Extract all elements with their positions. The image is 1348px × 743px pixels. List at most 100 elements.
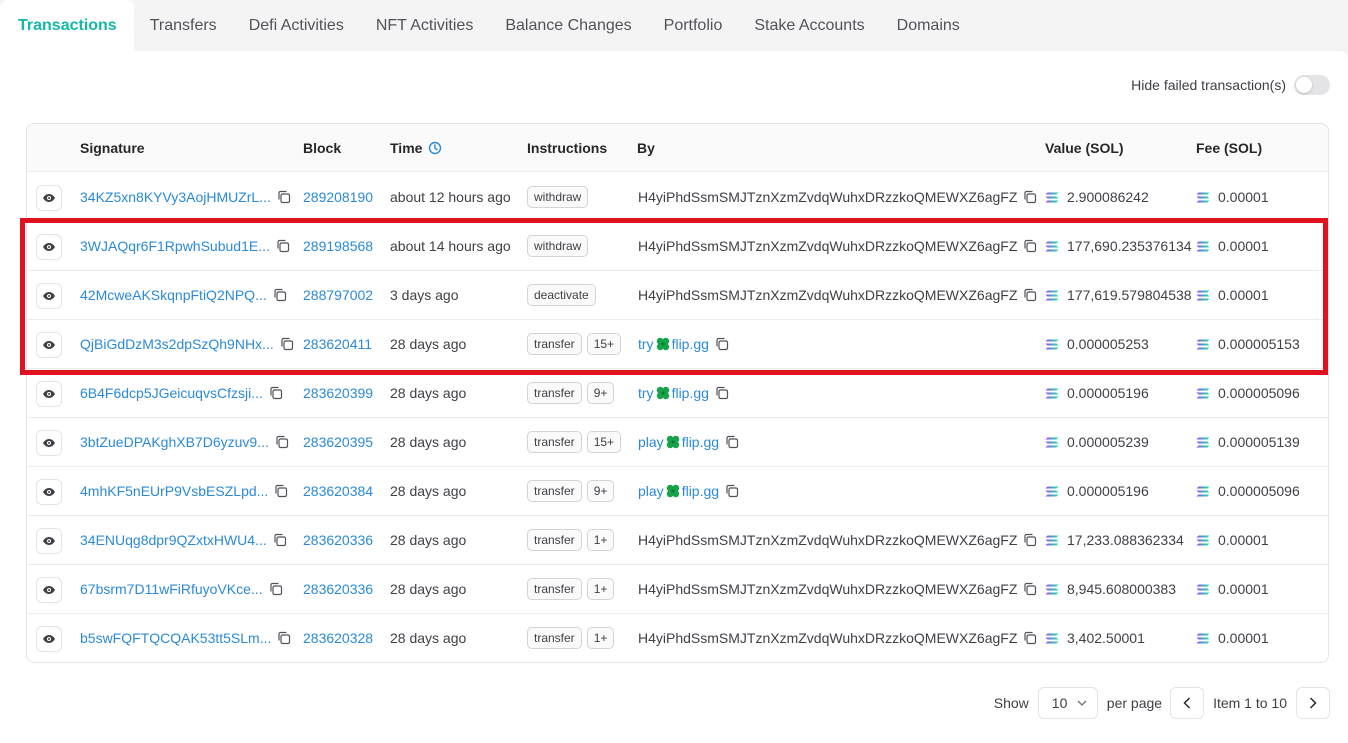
copy-icon[interactable] — [1023, 190, 1037, 204]
copy-icon[interactable] — [1023, 533, 1037, 547]
signature-link[interactable]: 3WJAQqr6F1RpwhSubud1E... — [80, 238, 270, 254]
instruction-count-badge[interactable]: 15+ — [586, 431, 622, 453]
col-instructions: Instructions — [527, 140, 608, 156]
view-details-button[interactable] — [36, 185, 62, 211]
by-address[interactable]: H4yiPhdSsmSMJTznXzmZvdqWuhxDRzzkoQMEWXZ6… — [638, 581, 1017, 597]
fee-text: 0.000005153 — [1218, 336, 1300, 352]
by-domain-prefix[interactable]: try — [638, 336, 654, 352]
instruction-count-badge[interactable]: 1+ — [586, 627, 615, 649]
by-address[interactable]: H4yiPhdSsmSMJTznXzmZvdqWuhxDRzzkoQMEWXZ6… — [638, 238, 1017, 254]
by-address[interactable]: H4yiPhdSsmSMJTznXzmZvdqWuhxDRzzkoQMEWXZ6… — [638, 630, 1017, 646]
signature-link[interactable]: 34ENUqg8dpr9QZxtxHWU4... — [80, 532, 267, 548]
signature-link[interactable]: 4mhKF5nEUrP9VsbESZLpd... — [80, 483, 268, 499]
prev-page-button[interactable] — [1170, 687, 1205, 719]
block-link[interactable]: 283620395 — [303, 434, 373, 450]
instruction-count-badge[interactable]: 1+ — [586, 578, 615, 600]
clock-icon[interactable] — [428, 141, 442, 155]
block-link[interactable]: 288797002 — [303, 287, 373, 303]
tab-transfers[interactable]: Transfers — [134, 0, 233, 51]
copy-icon[interactable] — [1023, 631, 1037, 645]
by-domain-suffix[interactable]: flip.gg — [682, 434, 719, 450]
signature-link[interactable]: 3btZueDPAKghXB7D6yzuv9... — [80, 434, 269, 450]
copy-icon[interactable] — [277, 190, 291, 204]
copy-icon[interactable] — [725, 435, 739, 449]
copy-icon[interactable] — [275, 435, 289, 449]
copy-icon[interactable] — [1023, 288, 1037, 302]
view-details-button[interactable] — [36, 381, 62, 407]
eye-icon — [42, 242, 56, 252]
block-link[interactable]: 283620411 — [303, 336, 372, 352]
copy-icon[interactable] — [280, 337, 294, 351]
copy-icon[interactable] — [269, 386, 283, 400]
tab-nft-activities[interactable]: NFT Activities — [360, 0, 490, 51]
view-details-button[interactable] — [36, 479, 62, 505]
signature-link[interactable]: 6B4F6dcp5JGeicuqvsCfzsji... — [80, 385, 263, 401]
per-page-select[interactable]: 10 — [1037, 687, 1098, 719]
tab-domains[interactable]: Domains — [881, 0, 976, 51]
copy-icon[interactable] — [1023, 582, 1037, 596]
view-details-button[interactable] — [36, 430, 62, 456]
copy-icon[interactable] — [269, 582, 283, 596]
block-link[interactable]: 283620399 — [303, 385, 373, 401]
value-text: 3,402.50001 — [1067, 630, 1145, 646]
tab-stake-accounts[interactable]: Stake Accounts — [738, 0, 880, 51]
next-page-button[interactable] — [1296, 687, 1330, 719]
hide-failed-label: Hide failed transaction(s) — [1131, 77, 1286, 93]
block-link[interactable]: 283620384 — [303, 483, 373, 499]
view-details-button[interactable] — [36, 332, 62, 358]
instruction-count-badge[interactable]: 9+ — [586, 382, 615, 404]
instruction-count-badge[interactable]: 15+ — [586, 333, 622, 355]
copy-icon[interactable] — [277, 631, 291, 645]
table-row: QjBiGdDzM3s2dpSzQh9NHx... 283620411 28 day… — [27, 320, 1328, 369]
instruction-count-badge[interactable]: 1+ — [586, 529, 615, 551]
view-details-button[interactable] — [36, 528, 62, 554]
tab-portfolio[interactable]: Portfolio — [648, 0, 739, 51]
copy-icon[interactable] — [715, 386, 729, 400]
by-domain-suffix[interactable]: flip.gg — [672, 336, 709, 352]
copy-icon[interactable] — [273, 288, 287, 302]
by-domain-prefix[interactable]: play — [638, 434, 664, 450]
copy-icon[interactable] — [715, 337, 729, 351]
copy-icon[interactable] — [276, 239, 290, 253]
view-details-button[interactable] — [36, 626, 62, 652]
by-address[interactable]: H4yiPhdSsmSMJTznXzmZvdqWuhxDRzzkoQMEWXZ6… — [638, 189, 1017, 205]
copy-icon[interactable] — [725, 484, 739, 498]
tab-balance-changes[interactable]: Balance Changes — [489, 0, 647, 51]
block-link[interactable]: 289208190 — [303, 189, 373, 205]
tab-defi-activities[interactable]: Defi Activities — [233, 0, 360, 51]
block-link[interactable]: 283620328 — [303, 630, 373, 646]
by-domain-prefix[interactable]: try — [638, 385, 654, 401]
signature-link[interactable]: b5swFQFTQCQAK53tt5SLm... — [80, 630, 271, 646]
view-details-button[interactable] — [36, 577, 62, 603]
value-text: 0.000005196 — [1067, 483, 1149, 499]
by-domain-suffix[interactable]: flip.gg — [672, 385, 709, 401]
hide-failed-toggle-row: Hide failed transaction(s) — [1131, 75, 1330, 95]
col-time[interactable]: Time — [390, 124, 442, 172]
by-address[interactable]: H4yiPhdSsmSMJTznXzmZvdqWuhxDRzzkoQMEWXZ6… — [638, 532, 1017, 548]
copy-icon[interactable] — [273, 533, 287, 547]
signature-link[interactable]: 42McweAKSkqnpFtiQ2NPQ... — [80, 287, 267, 303]
copy-icon[interactable] — [1023, 239, 1037, 253]
solana-icon — [1196, 437, 1210, 448]
block-link[interactable]: 289198568 — [303, 238, 373, 254]
signature-link[interactable]: QjBiGdDzM3s2dpSzQh9NHx... — [80, 336, 274, 352]
block-link[interactable]: 283620336 — [303, 581, 373, 597]
view-details-button[interactable] — [36, 283, 62, 309]
view-details-button[interactable] — [36, 234, 62, 260]
by-domain-suffix[interactable]: flip.gg — [682, 483, 719, 499]
time-text: 28 days ago — [390, 483, 467, 499]
signature-link[interactable]: 34KZ5xn8KYVy3AojHMUZrL... — [80, 189, 271, 205]
time-text: 28 days ago — [390, 336, 467, 352]
copy-icon[interactable] — [274, 484, 288, 498]
block-link[interactable]: 283620336 — [303, 532, 373, 548]
solana-icon — [1045, 290, 1059, 301]
solana-icon — [1045, 486, 1059, 497]
by-domain-prefix[interactable]: play — [638, 483, 664, 499]
fee-text: 0.000005139 — [1218, 434, 1300, 450]
hide-failed-switch[interactable] — [1294, 75, 1330, 95]
instruction-count-badge[interactable]: 9+ — [586, 480, 615, 502]
signature-link[interactable]: 67bsrm7D11wFiRfuyoVKce... — [80, 581, 263, 597]
tab-transactions[interactable]: Transactions — [0, 0, 134, 51]
by-address[interactable]: H4yiPhdSsmSMJTznXzmZvdqWuhxDRzzkoQMEWXZ6… — [638, 287, 1017, 303]
table-header: Signature Block Time Instructions By Val… — [27, 124, 1328, 172]
